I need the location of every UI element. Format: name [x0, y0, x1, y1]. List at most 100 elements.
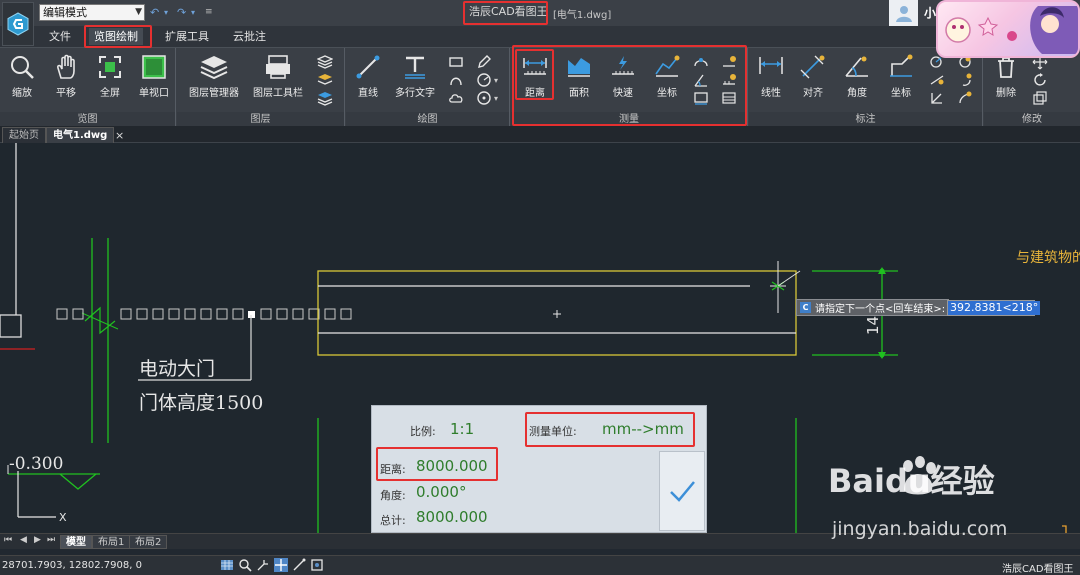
dim-linear-button[interactable]: 线性: [749, 52, 793, 108]
layer-isolate-icon[interactable]: [317, 72, 333, 88]
layer-manager-button[interactable]: 图层管理器: [183, 52, 245, 108]
copy-icon[interactable]: [1032, 90, 1048, 106]
prev-layout-icon[interactable]: ◀: [20, 535, 27, 545]
pan-button[interactable]: 平移: [44, 52, 88, 108]
scale-value[interactable]: 1:1: [450, 420, 474, 438]
mode-select[interactable]: 编辑模式 ▼: [39, 4, 145, 21]
zoom-button[interactable]: 缩放: [0, 52, 44, 108]
next-layout-icon[interactable]: ▶: [34, 535, 41, 545]
dim-continue-icon[interactable]: [957, 72, 973, 88]
dim-angle-button[interactable]: 角度: [835, 52, 879, 108]
undo-icon[interactable]: ↶: [150, 6, 159, 19]
rectangle-icon[interactable]: [448, 54, 464, 70]
measure-coordinate-button[interactable]: 坐标: [645, 52, 689, 108]
status-app-name: 浩辰CAD看图王: [1002, 564, 1074, 575]
cloud-icon[interactable]: [448, 90, 464, 106]
object-snap-icon[interactable]: [310, 558, 324, 572]
measure-distance-button[interactable]: 距离: [513, 52, 557, 108]
rotate-icon[interactable]: [1032, 72, 1048, 88]
angle-dim-icon: [845, 56, 868, 77]
command-icon: C: [800, 302, 811, 313]
measure-quick-button[interactable]: 快速: [601, 52, 645, 108]
menu-tab-cloud-annotation[interactable]: 云批注: [228, 28, 271, 45]
building-note-label: 与建筑物的: [1016, 250, 1080, 266]
fullscreen-label: 全屏: [100, 88, 120, 99]
snap-icon[interactable]: [256, 558, 270, 572]
zoom-status-icon[interactable]: [238, 558, 252, 572]
arc-icon[interactable]: [448, 72, 464, 88]
measure-arc-icon[interactable]: [693, 54, 709, 70]
line-icon: [356, 55, 380, 79]
circle-icon[interactable]: [476, 72, 492, 88]
chevron-down-icon[interactable]: ▾: [494, 94, 498, 103]
ribbon-group-annotate-label: 标注: [749, 112, 982, 127]
anime-banner-image[interactable]: [936, 0, 1080, 58]
polar-tracking-icon[interactable]: [292, 558, 306, 572]
dim-diameter-icon[interactable]: [929, 72, 945, 88]
grid-icon[interactable]: [220, 558, 234, 572]
area-icon: [568, 58, 590, 77]
delete-button[interactable]: 删除: [984, 52, 1028, 108]
single-viewport-button[interactable]: 单视口: [132, 52, 176, 108]
redo-dropdown-icon[interactable]: ▾: [191, 8, 195, 17]
undo-dropdown-icon[interactable]: ▾: [164, 8, 168, 17]
measure-coordinate-label: 坐标: [657, 88, 677, 99]
ellipse-icon[interactable]: [476, 90, 492, 106]
dim-arc-icon[interactable]: [929, 90, 945, 106]
redo-icon[interactable]: ↷: [177, 6, 186, 19]
doc-tab-start-page[interactable]: 起始页: [2, 127, 46, 143]
ribbon-group-draw: 直线 多行文字 ▾ ▾ 绘图: [346, 48, 510, 127]
cursor-coordinates: 28701.7903, 12802.7908, 0: [2, 560, 142, 571]
layer-match-icon[interactable]: [317, 90, 333, 106]
measure-length-icon[interactable]: [721, 72, 737, 88]
elevation-label: -0.300: [9, 454, 63, 474]
fullscreen-button[interactable]: 全屏: [88, 52, 132, 108]
last-layout-icon[interactable]: ⏭: [47, 535, 55, 545]
customize-toolbar-icon[interactable]: ≡: [205, 7, 213, 17]
layer-state-icon[interactable]: [317, 54, 333, 70]
measure-angle-icon[interactable]: [693, 72, 709, 88]
delete-label: 删除: [996, 88, 1016, 99]
hand-icon: [57, 54, 75, 79]
layout-tab-1[interactable]: 布局1: [92, 535, 131, 549]
measure-perimeter-icon[interactable]: [693, 90, 709, 106]
doc-tab-drawing[interactable]: 电气1.dwg: [46, 127, 115, 143]
measure-area-button[interactable]: 面积: [557, 52, 601, 108]
pencil-icon[interactable]: [476, 54, 492, 70]
chevron-down-icon: ▼: [135, 7, 142, 17]
unit-value[interactable]: mm-->mm: [602, 420, 684, 438]
app-logo-icon[interactable]: [2, 2, 34, 46]
chevron-down-icon[interactable]: ▾: [494, 76, 498, 85]
dim-baseline-icon[interactable]: [957, 90, 973, 106]
line-button[interactable]: 直线: [346, 52, 390, 108]
ucs-x-label: X: [59, 511, 67, 524]
layer-toolbar-button[interactable]: 图层工具栏: [247, 52, 309, 108]
distance-value: 8000.000: [416, 457, 488, 475]
dim-ordinate-button[interactable]: 坐标: [879, 52, 923, 108]
ortho-icon[interactable]: [274, 558, 288, 572]
measure-batch-icon[interactable]: [721, 54, 737, 70]
paw-logo-icon: [903, 456, 936, 495]
single-viewport-label: 单视口: [139, 88, 169, 99]
command-input-field[interactable]: 392.8381<218°: [947, 300, 1041, 316]
menu-tab-extensions[interactable]: 扩展工具: [160, 28, 214, 45]
measure-table-icon[interactable]: [721, 90, 737, 106]
layout-tab-2[interactable]: 布局2: [129, 535, 168, 549]
user-avatar-icon[interactable]: [889, 0, 918, 26]
angle-value: 0.000°: [416, 483, 467, 501]
close-icon[interactable]: ×: [115, 129, 124, 142]
pan-label: 平移: [56, 88, 76, 99]
dim-aligned-button[interactable]: 对齐: [791, 52, 835, 108]
layout-tab-model[interactable]: 模型: [60, 535, 92, 549]
distance-label: 距离:: [380, 463, 406, 476]
gate-label: 电动大门: [139, 358, 215, 380]
first-layout-icon[interactable]: ⏮: [4, 535, 12, 545]
menu-tab-file[interactable]: 文件: [44, 28, 76, 45]
layers-icon: [200, 56, 228, 80]
coordinate-icon: [655, 55, 680, 77]
ribbon-group-layer-label: 图层: [177, 112, 344, 127]
menu-tab-view-draw[interactable]: 览图绘制: [89, 28, 143, 45]
confirm-button[interactable]: [659, 451, 705, 531]
ribbon-group-modify-label: 修改: [984, 112, 1080, 127]
mtext-button[interactable]: 多行文字: [390, 52, 440, 108]
